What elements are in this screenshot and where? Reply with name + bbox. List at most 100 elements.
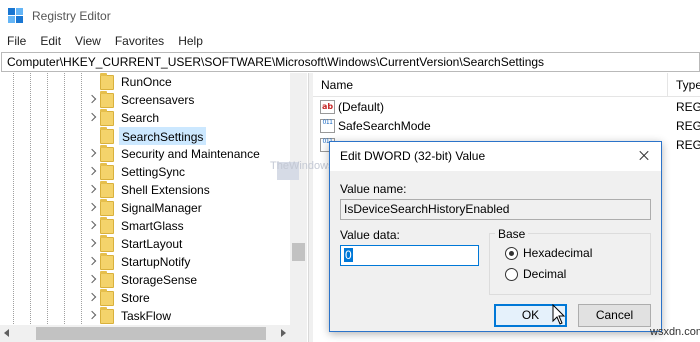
decimal-radio[interactable] — [505, 268, 518, 281]
string-value-icon: ab — [320, 100, 335, 114]
tree-item-label: StartLayout — [121, 237, 183, 251]
value-data-field[interactable]: 0 — [340, 245, 479, 266]
value-name: (Default) — [338, 100, 385, 114]
folder-icon — [100, 73, 114, 90]
chevron-right-icon[interactable] — [88, 168, 96, 176]
tree-item[interactable]: Shell Extensions — [0, 181, 290, 199]
hexadecimal-label[interactable]: Hexadecimal — [523, 246, 592, 260]
tree-item[interactable]: Screensavers — [0, 91, 290, 109]
folder-icon — [100, 289, 114, 306]
key-tree: RunOnce Screensavers Search SearchSettings S… — [0, 73, 308, 342]
tree-item-label: Screensavers — [121, 93, 195, 107]
tree-item[interactable]: SignalManager — [0, 199, 290, 217]
tree-item[interactable]: TaskFlow — [0, 307, 290, 325]
tree-item[interactable]: Security and Maintenance — [0, 145, 290, 163]
mouse-cursor-icon — [552, 304, 566, 325]
folder-icon — [100, 271, 114, 288]
dialog-title: Edit DWORD (32-bit) Value — [340, 149, 486, 163]
title-bar: Registry Editor — [0, 0, 700, 31]
menu-file[interactable]: File — [0, 31, 33, 51]
folder-icon — [100, 145, 114, 162]
menu-favorites[interactable]: Favorites — [108, 31, 171, 51]
dword-value-icon: 011 — [320, 119, 335, 133]
close-icon[interactable] — [633, 146, 655, 166]
value-type: REG_ — [676, 138, 700, 152]
dialog-body: Value name: IsDeviceSearchHistoryEnabled… — [330, 171, 661, 331]
value-row[interactable]: ab(Default) REG_ — [313, 98, 700, 117]
tree-item-label: SignalManager — [121, 201, 202, 215]
base-groupbox — [489, 233, 651, 295]
tree-item-label: StartupNotify — [121, 255, 191, 269]
menu-help[interactable]: Help — [171, 31, 210, 51]
folder-icon — [100, 109, 114, 126]
tree-item[interactable]: StorageSense — [0, 271, 290, 289]
folder-icon — [100, 181, 114, 198]
cancel-button[interactable]: Cancel — [578, 304, 651, 327]
chevron-right-icon[interactable] — [88, 96, 96, 104]
hexadecimal-radio[interactable] — [505, 247, 518, 260]
chevron-right-icon[interactable] — [88, 186, 96, 194]
tree-item[interactable]: RunOnce — [0, 73, 290, 91]
chevron-right-icon[interactable] — [88, 222, 96, 230]
tree-item[interactable]: SettingSync — [0, 163, 290, 181]
edit-dword-dialog: Edit DWORD (32-bit) Value Value name: Is… — [329, 141, 662, 332]
value-name-label: Value name: — [340, 182, 407, 196]
folder-icon — [100, 199, 114, 216]
chevron-right-icon[interactable] — [88, 294, 96, 302]
site-watermark: wsxdn.com — [650, 326, 700, 338]
tree-item[interactable]: Search — [0, 109, 290, 127]
scroll-left-icon[interactable] — [4, 329, 9, 337]
scrollbar-thumb[interactable] — [36, 327, 266, 340]
chevron-right-icon[interactable] — [88, 240, 96, 248]
tree-item-label: SettingSync — [121, 165, 186, 179]
folder-icon — [100, 253, 114, 270]
tree-item-label: TaskFlow — [121, 309, 172, 323]
tree-item-label: RunOnce — [121, 75, 172, 89]
column-header-name[interactable]: Name — [321, 73, 353, 97]
value-name: SafeSearchMode — [338, 119, 431, 133]
chevron-right-icon[interactable] — [88, 276, 96, 284]
chevron-right-icon[interactable] — [88, 114, 96, 122]
tree-item-label: Shell Extensions — [121, 183, 210, 197]
tree-item[interactable]: Store — [0, 289, 290, 307]
scrollbar-thumb[interactable] — [292, 243, 305, 261]
tree-vertical-scrollbar[interactable] — [290, 73, 307, 325]
folder-icon — [100, 127, 114, 144]
value-row[interactable]: 011SafeSearchMode REG_ — [313, 117, 700, 136]
menu-edit[interactable]: Edit — [33, 31, 68, 51]
folder-icon — [100, 163, 114, 180]
tree-item-label: Search — [121, 111, 160, 125]
folder-icon — [100, 91, 114, 108]
menu-bar: File Edit View Favorites Help — [0, 31, 700, 51]
value-data-label: Value data: — [340, 228, 400, 242]
chevron-right-icon[interactable] — [88, 312, 96, 320]
value-type: REG_ — [676, 100, 700, 114]
value-name-field[interactable]: IsDeviceSearchHistoryEnabled — [340, 199, 651, 220]
scroll-right-icon[interactable] — [281, 329, 286, 337]
chevron-right-icon[interactable] — [88, 150, 96, 158]
tree-item[interactable]: SmartGlass — [0, 217, 290, 235]
registry-editor-icon — [8, 7, 24, 24]
tree-item-label: Security and Maintenance — [121, 147, 260, 161]
value-data-text: 0 — [344, 248, 353, 262]
value-type: REG_ — [676, 119, 700, 133]
folder-icon — [100, 235, 114, 252]
chevron-right-icon[interactable] — [88, 258, 96, 266]
decimal-label[interactable]: Decimal — [523, 267, 566, 281]
list-header: Name Type — [313, 73, 700, 97]
tree-item-label: Store — [121, 291, 150, 305]
tree-horizontal-scrollbar[interactable] — [0, 325, 290, 342]
chevron-right-icon[interactable] — [88, 204, 96, 212]
tree-item[interactable]: StartLayout — [0, 235, 290, 253]
address-bar[interactable]: Computer\HKEY_CURRENT_USER\SOFTWARE\Micr… — [1, 52, 700, 72]
column-header-type[interactable]: Type — [676, 73, 700, 97]
window-title: Registry Editor — [32, 8, 111, 23]
column-divider[interactable] — [667, 73, 668, 97]
menu-view[interactable]: View — [68, 31, 108, 51]
tree-item[interactable]: SearchSettings — [0, 127, 290, 145]
folder-icon — [100, 217, 114, 234]
folder-icon — [100, 307, 114, 324]
tree-item-label: SmartGlass — [121, 219, 184, 233]
dialog-title-bar: Edit DWORD (32-bit) Value — [330, 142, 661, 171]
tree-item[interactable]: StartupNotify — [0, 253, 290, 271]
